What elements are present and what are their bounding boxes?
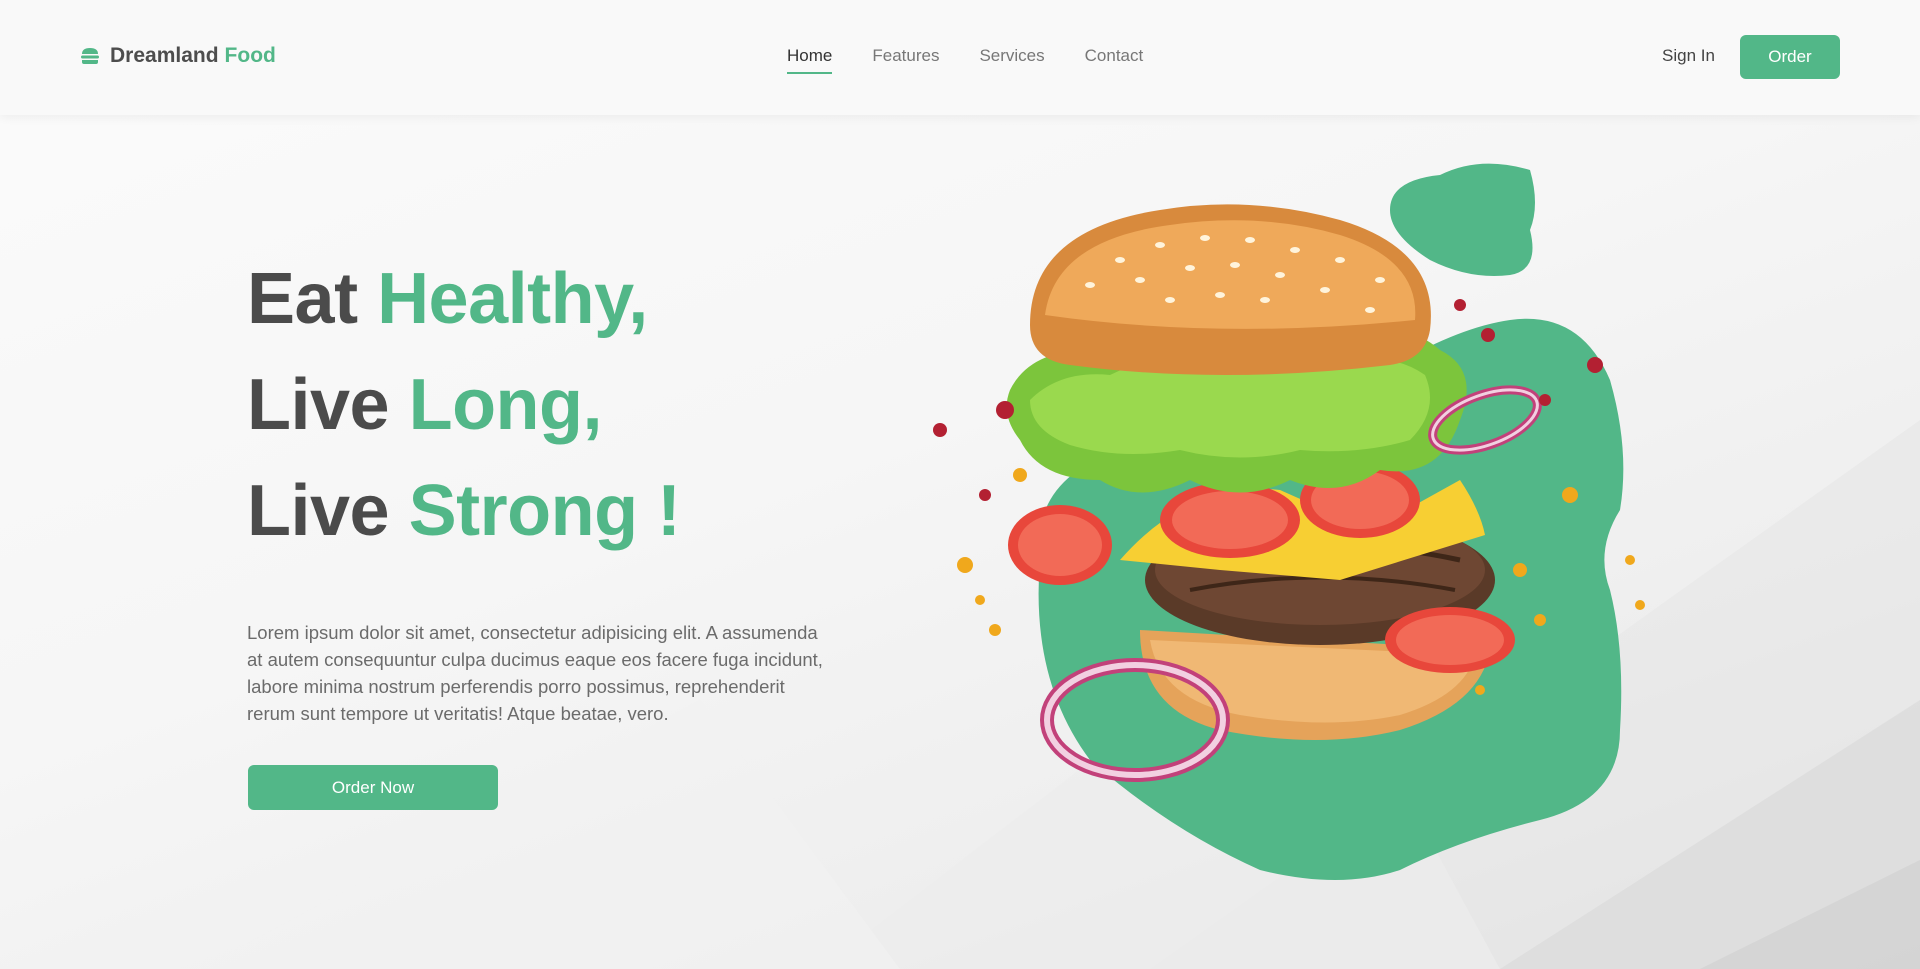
brand-name: Dreamland xyxy=(110,44,219,67)
hero-headline-line-3: Live Strong ! xyxy=(247,470,681,552)
small-green-blob xyxy=(1390,163,1535,276)
sign-in-link[interactable]: Sign In xyxy=(1662,46,1715,66)
hero-headline-line-1: Eat Healthy, xyxy=(247,258,648,340)
headline-word: Eat xyxy=(247,259,358,339)
nav-link-services[interactable]: Services xyxy=(979,46,1044,74)
brand-logo[interactable]: Dreamland Food xyxy=(80,44,276,68)
order-now-button[interactable]: Order Now xyxy=(248,765,498,810)
headline-word: Live xyxy=(247,471,390,551)
hero-description: Lorem ipsum dolor sit amet, consectetur … xyxy=(247,621,823,724)
nav-link-features[interactable]: Features xyxy=(872,46,939,74)
headline-accent-word: Healthy, xyxy=(377,259,648,339)
nav-link-contact[interactable]: Contact xyxy=(1085,46,1144,74)
top-navbar: Dreamland Food Home Features Services Co… xyxy=(0,0,1920,115)
headline-accent-word: Strong ! xyxy=(408,471,681,551)
burger-illustration xyxy=(933,163,1645,880)
order-button[interactable]: Order xyxy=(1740,35,1840,79)
burger-icon xyxy=(81,48,99,64)
main-nav: Home Features Services Contact xyxy=(787,46,1143,74)
nav-link-home[interactable]: Home xyxy=(787,46,833,74)
hero-headline-line-2: Live Long, xyxy=(247,364,603,446)
brand-name-accent: Food xyxy=(224,44,276,67)
headline-accent-word: Long, xyxy=(408,365,603,445)
headline-word: Live xyxy=(247,365,390,445)
